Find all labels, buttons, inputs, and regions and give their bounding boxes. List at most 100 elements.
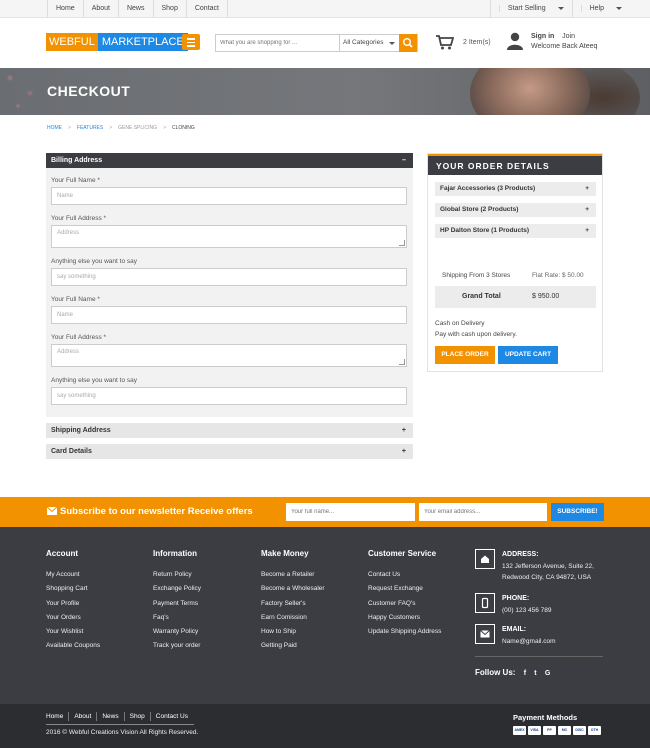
address-field[interactable]: Address: [51, 225, 407, 248]
user-auth-links: Sign in Join: [531, 32, 597, 42]
logo-part-2: MARKETPLACE: [97, 33, 188, 51]
footer-link[interactable]: Request Exchange: [368, 582, 441, 596]
menu-button[interactable]: [182, 34, 200, 50]
bottom-nav-news[interactable]: News: [96, 712, 123, 721]
signin-link[interactable]: Sign in: [531, 33, 554, 40]
top-nav-shop[interactable]: Shop: [152, 0, 186, 18]
store-row[interactable]: Fajar Accessories (3 Products) +: [435, 182, 596, 196]
facebook-icon[interactable]: f: [524, 670, 526, 677]
contact-email-text: EMAIL: Name@gmail.com: [502, 624, 556, 647]
expand-icon: +: [585, 227, 589, 234]
twitter-icon[interactable]: t: [534, 670, 536, 677]
footer-link[interactable]: Become a Retailer: [261, 568, 325, 582]
breadcrumb-gene-splicing[interactable]: GENE SPLICING: [118, 125, 157, 131]
card-details-title: Card Details: [51, 448, 92, 455]
expand-icon: +: [585, 206, 589, 213]
footer-link[interactable]: Update Shipping Address: [368, 625, 441, 639]
google-icon[interactable]: G: [545, 670, 550, 677]
name-field[interactable]: Name: [51, 306, 407, 324]
shipping-value: Flat Rate: $ 50.00: [532, 272, 584, 279]
top-nav-home[interactable]: Home: [47, 0, 83, 18]
newsletter-name-input[interactable]: [286, 503, 415, 521]
mastercard-card-icon: MC: [558, 726, 571, 735]
store-row[interactable]: HP Dalton Store (1 Products) +: [435, 224, 596, 238]
user-links: Sign in Join Welcome Back Ateeq: [531, 32, 597, 52]
footer-link[interactable]: How to Ship: [261, 625, 325, 639]
order-details-title: YOUR ORDER DETAILS: [428, 154, 602, 175]
footer-link[interactable]: Exchange Policy: [153, 582, 201, 596]
message-field[interactable]: say something: [51, 268, 407, 286]
breadcrumb-separator: >: [163, 125, 166, 131]
join-link[interactable]: Join: [562, 33, 575, 40]
update-cart-button[interactable]: UPDATE CART: [498, 346, 558, 364]
field-label: Your Full Address *: [51, 215, 107, 222]
billing-header[interactable]: Billing Address –: [46, 153, 413, 168]
start-selling-dropdown[interactable]: Start Selling: [489, 0, 572, 18]
store-row[interactable]: Global Store (2 Products) +: [435, 203, 596, 217]
footer-link[interactable]: Customer FAQ's: [368, 597, 441, 611]
cart-count: 2 Item(s): [463, 39, 491, 46]
user-icon: [507, 32, 523, 50]
bottom-nav-about[interactable]: About: [68, 712, 96, 721]
email-icon: [475, 624, 495, 644]
card-details-header[interactable]: Card Details +: [46, 444, 413, 459]
search-button[interactable]: [399, 34, 417, 52]
top-right-menu: Start Selling Help: [489, 0, 630, 18]
cart[interactable]: 2 Item(s): [436, 35, 491, 52]
amex-card-icon: AMEX: [513, 726, 526, 735]
email-address[interactable]: Name@gmail.com: [502, 638, 556, 645]
name-field[interactable]: Name: [51, 187, 407, 205]
category-select[interactable]: All Categories: [340, 35, 399, 51]
grand-total-label: Grand Total: [462, 293, 501, 300]
footer-link[interactable]: My Account: [46, 568, 100, 582]
footer-link[interactable]: Track your order: [153, 639, 201, 653]
footer-link[interactable]: Happy Customers: [368, 611, 441, 625]
footer-link[interactable]: Payment Terms: [153, 597, 201, 611]
footer-link[interactable]: Getting Paid: [261, 639, 325, 653]
top-nav-about[interactable]: About: [82, 0, 118, 18]
footer-link[interactable]: Shopping Cart: [46, 582, 100, 596]
footer-link[interactable]: Contact Us: [368, 568, 441, 582]
breadcrumb-separator: >: [68, 125, 71, 131]
shipping-address-header[interactable]: Shipping Address +: [46, 423, 413, 438]
bottom-nav-home[interactable]: Home: [46, 712, 68, 721]
shipping-label: Shipping From 3 Stores: [442, 272, 511, 279]
bottom-nav-shop[interactable]: Shop: [123, 712, 150, 721]
other-card-icon: OTH: [588, 726, 601, 735]
footer-link[interactable]: Your Wishlist: [46, 625, 100, 639]
footer-link[interactable]: Faq's: [153, 611, 201, 625]
message-field[interactable]: say something: [51, 387, 407, 405]
phone-title: PHONE:: [502, 595, 530, 602]
subscribe-button[interactable]: SUBSCRIBE!: [551, 503, 604, 521]
help-dropdown[interactable]: Help: [571, 0, 630, 18]
field-label: Anything else you want to say: [51, 258, 137, 265]
newsletter-email-input[interactable]: [419, 503, 547, 521]
store-label: Global Store (2 Products): [440, 206, 519, 213]
newsletter-text: Subscribe to our newsletter Receive offe…: [60, 506, 253, 517]
bottom-nav-contact[interactable]: Contact Us: [149, 712, 193, 721]
contact-phone-text: PHONE: (00) 123 456 789: [502, 593, 552, 616]
breadcrumb-home[interactable]: HOME: [47, 125, 62, 131]
footer-link[interactable]: Available Coupons: [46, 639, 100, 653]
search-input[interactable]: [216, 35, 340, 51]
place-order-button[interactable]: PLACE ORDER: [435, 346, 495, 364]
footer-link[interactable]: Your Orders: [46, 611, 100, 625]
footer-link[interactable]: Warranty Policy: [153, 625, 201, 639]
breadcrumb-features[interactable]: FEATURES: [77, 125, 103, 131]
banner-image-face: [470, 68, 590, 115]
follow-us: Follow Us: f t G: [475, 668, 550, 677]
field-label: Your Full Name *: [51, 296, 100, 303]
bottom-nav: Home About News Shop Contact Us: [46, 712, 193, 721]
footer-link[interactable]: Earn Comission: [261, 611, 325, 625]
footer-link[interactable]: Your Profile: [46, 597, 100, 611]
footer-link[interactable]: Return Policy: [153, 568, 201, 582]
address-line-2: Redwood City, CA 94872, USA: [502, 574, 592, 581]
footer-link[interactable]: Factory Seller's: [261, 597, 325, 611]
hamburger-icon: [187, 38, 195, 40]
address-field[interactable]: Address: [51, 344, 407, 367]
expand-icon: +: [401, 427, 406, 434]
top-nav-news[interactable]: News: [117, 0, 153, 18]
top-nav-contact[interactable]: Contact: [185, 0, 228, 18]
logo[interactable]: WEBFUL MARKETPLACE: [46, 33, 188, 51]
footer-link[interactable]: Become a Wholesaler: [261, 582, 325, 596]
